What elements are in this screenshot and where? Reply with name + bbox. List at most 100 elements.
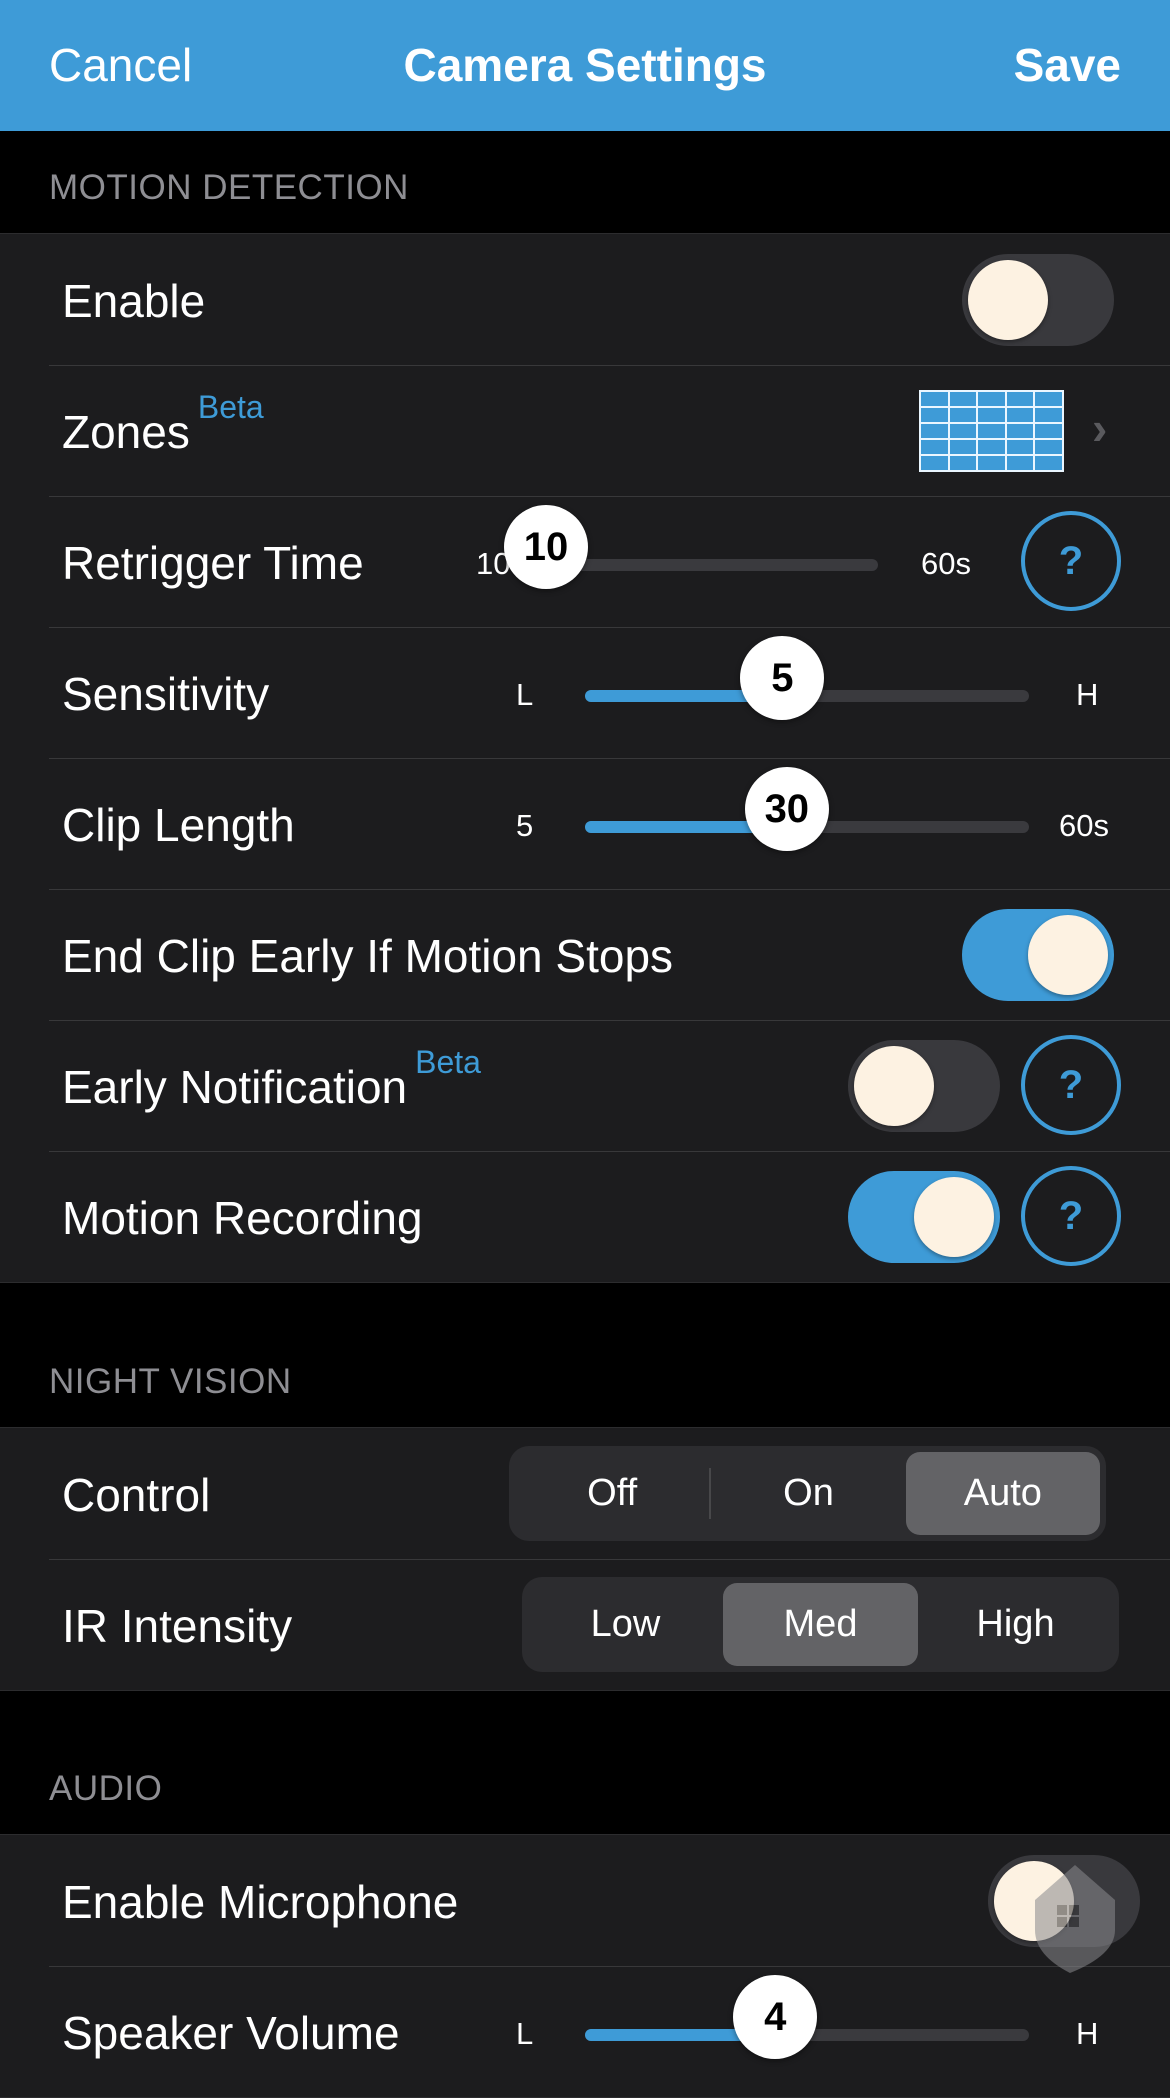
zone-cell [1006,392,1034,406]
section-header-audio: AUDIO [49,1769,163,1808]
zone-cell [949,440,977,454]
row-sensitivity: Sensitivity L 5 H [0,627,1170,758]
audio-group: Enable Microphone Speaker Volume L 4 H [0,1834,1170,2098]
row-ir-intensity: IR Intensity Low Med High [0,1559,1170,1690]
retrigger-help-button[interactable]: ? [1021,511,1121,611]
save-button[interactable]: Save [1014,38,1121,92]
row-early-notification: Early Notification Beta ? [0,1020,1170,1151]
motion-recording-label: Motion Recording [62,1192,423,1244]
toggle-knob [1028,915,1108,995]
retrigger-time-slider[interactable]: 10 [504,496,878,627]
early-notification-toggle[interactable] [848,1040,1000,1132]
motion-recording-toggle[interactable] [848,1171,1000,1263]
section-header-motion-detection: MOTION DETECTION [49,168,409,207]
zone-cell [978,440,1005,454]
sensitivity-min-label: L [516,677,534,712]
control-segmented[interactable]: Off On Auto [509,1446,1106,1541]
row-clip-length: Clip Length 5 30 60s [0,758,1170,889]
row-retrigger-time: Retrigger Time 10 10 60s ? [0,496,1170,627]
segment-on[interactable]: On [711,1452,905,1535]
motion-detection-group: Enable Zones Beta › Retrigger Time 10 10 … [0,233,1170,1283]
retrigger-time-label: Retrigger Time [62,537,364,589]
sensitivity-slider[interactable]: 5 [585,627,1029,758]
row-zones[interactable]: Zones Beta › [0,365,1170,496]
zone-cell [1006,440,1034,454]
ir-intensity-label: IR Intensity [62,1600,293,1652]
zone-cell [1006,408,1034,422]
zone-cell [978,392,1005,406]
sensitivity-max-label: H [1076,677,1099,712]
motion-recording-help-button[interactable]: ? [1021,1166,1121,1266]
retrigger-max-label: 60s [921,546,971,581]
zone-cell [921,440,948,454]
toggle-knob [854,1046,934,1126]
early-notification-help-button[interactable]: ? [1021,1035,1121,1135]
segment-high[interactable]: High [918,1583,1113,1666]
enable-motion-toggle[interactable] [962,254,1114,346]
slider-track[interactable] [546,559,878,571]
beta-badge: Beta [197,389,264,425]
zone-cell [949,408,977,422]
slider-thumb[interactable]: 4 [733,1975,818,2059]
house-shield-watermark-icon [1035,1865,1115,1973]
zone-cell [949,424,977,438]
slider-thumb[interactable]: 30 [744,767,829,851]
clip-length-slider[interactable]: 30 [585,758,1029,889]
clip-length-label: Clip Length [62,799,295,851]
speaker-volume-label: Speaker Volume [62,2007,400,2059]
zone-cell [1035,456,1062,470]
segment-off[interactable]: Off [515,1452,709,1535]
zone-cell [1006,424,1034,438]
zone-cell [921,408,948,422]
row-speaker-volume: Speaker Volume L 4 H [0,1966,1170,2097]
row-end-clip-early: End Clip Early If Motion Stops [0,889,1170,1020]
zone-cell [1006,456,1034,470]
section-header-night-vision: NIGHT VISION [49,1362,292,1401]
slider-thumb[interactable]: 10 [504,505,588,589]
early-notification-label: Early Notification Beta [62,1044,481,1114]
slider-thumb[interactable]: 5 [740,636,825,720]
sensitivity-label: Sensitivity [62,668,270,720]
chevron-right-icon[interactable]: › [1092,401,1107,455]
row-enable-microphone: Enable Microphone [0,1835,1170,1966]
zone-cell [921,424,948,438]
enable-microphone-label: Enable Microphone [62,1876,459,1928]
zone-cell [978,408,1005,422]
zone-cell [949,392,977,406]
zone-cell [1035,392,1062,406]
zone-cell [921,456,948,470]
speaker-volume-max-label: H [1076,2016,1099,2051]
zone-cell [949,456,977,470]
row-control: Control Off On Auto [0,1428,1170,1559]
toggle-knob [914,1177,994,1257]
early-notification-label-text: Early Notification [62,1061,408,1113]
end-clip-early-toggle[interactable] [962,909,1114,1001]
zones-label-text: Zones [62,406,190,458]
beta-badge: Beta [415,1044,481,1080]
control-label: Control [62,1469,211,1521]
segment-med[interactable]: Med [723,1583,918,1666]
night-vision-group: Control Off On Auto IR Intensity Low Med Hig… [0,1427,1170,1691]
end-clip-early-label: End Clip Early If Motion Stops [62,930,674,982]
row-motion-recording: Motion Recording ? [0,1151,1170,1282]
cancel-button[interactable]: Cancel [49,38,192,92]
ir-intensity-segmented[interactable]: Low Med High [522,1577,1119,1672]
zone-cell [978,456,1005,470]
zone-cell [921,392,948,406]
row-enable-motion: Enable [0,234,1170,365]
speaker-volume-slider[interactable]: 4 [585,1966,1029,2097]
clip-length-min-label: 5 [516,808,534,843]
toggle-knob [968,260,1048,340]
speaker-volume-min-label: L [516,2016,534,2051]
segment-low[interactable]: Low [528,1583,723,1666]
zone-cell [1035,408,1062,422]
segment-auto[interactable]: Auto [905,1452,1100,1535]
zone-cell [1035,424,1062,438]
zone-cell [1035,440,1062,454]
page-title: Camera Settings [403,39,767,91]
navigation-bar: Cancel Camera Settings Save [0,0,1170,131]
zones-grid-icon[interactable] [919,390,1064,472]
clip-length-max-label: 60s [1059,808,1109,843]
zones-label: Zones Beta [62,389,264,459]
enable-motion-label: Enable [62,275,206,327]
